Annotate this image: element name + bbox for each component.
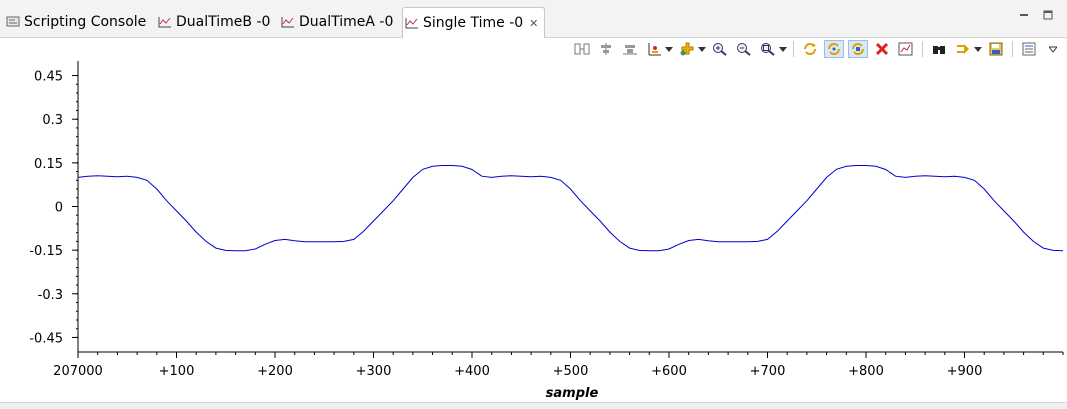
x-tick-label: +700 [750, 364, 786, 379]
x-tick-label: +400 [454, 364, 490, 379]
y-tick-label: -0.45 [29, 331, 63, 346]
time-plot[interactable]: 0.45 0.3 0.15 0 -0.15 -0.3 -0.45 207000 +100 +20… [0, 0, 1067, 408]
x-tick-label: +300 [356, 364, 392, 379]
x-tick-label: +200 [257, 364, 293, 379]
x-axis: 207000 +100 +200 +300 +400 +500 +600 +700 +800 +9… [53, 351, 1064, 379]
signal-trace [77, 165, 1064, 252]
y-tick-label: 0.15 [34, 157, 63, 172]
x-tick-label: +900 [947, 364, 983, 379]
x-tick-label: +500 [553, 364, 589, 379]
y-tick-label: 0 [55, 201, 63, 216]
y-axis: 0.45 0.3 0.15 0 -0.15 -0.3 -0.45 [29, 61, 79, 352]
x-tick-label: +800 [848, 364, 884, 379]
y-tick-label: 0.45 [34, 70, 63, 85]
y-tick-label: -0.15 [29, 244, 63, 259]
y-tick-label: 0.3 [42, 113, 63, 128]
x-tick-label: 207000 [53, 364, 103, 379]
y-tick-label: -0.3 [38, 288, 63, 303]
x-axis-label: sample [546, 386, 599, 401]
x-tick-label: +600 [651, 364, 687, 379]
x-tick-label: +100 [159, 364, 195, 379]
